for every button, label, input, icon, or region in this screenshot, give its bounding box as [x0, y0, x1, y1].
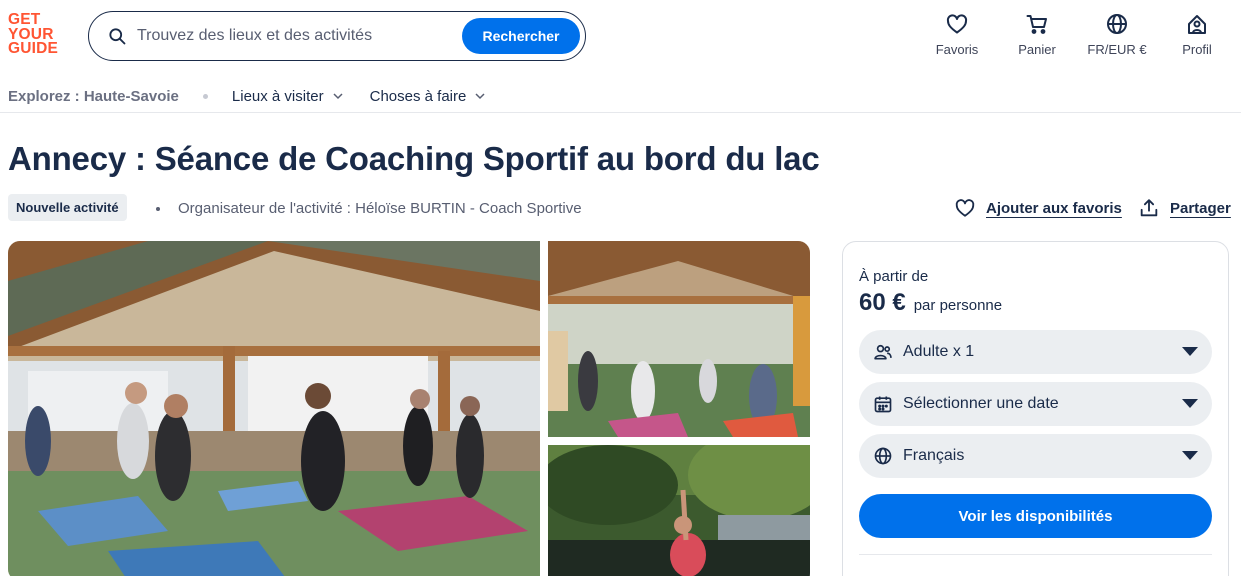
- nav-language-currency-label: FR/EUR €: [1087, 42, 1147, 57]
- caret-down-icon: [1182, 347, 1198, 356]
- card-divider: [859, 554, 1212, 555]
- explore-location-link[interactable]: Explorez : Haute-Savoie: [8, 88, 179, 105]
- heart-icon: [946, 14, 968, 34]
- nav-cart-label: Panier: [1018, 42, 1056, 57]
- nav-profile-label: Profil: [1182, 42, 1212, 57]
- profile-icon: [1188, 15, 1206, 34]
- date-value: Sélectionner une date: [903, 395, 1059, 412]
- gallery-photo-3[interactable]: [548, 445, 810, 576]
- separator-dot: [202, 93, 208, 99]
- chevron-down-icon: [333, 93, 343, 100]
- search-icon: [109, 28, 126, 45]
- price-amount: 60 €: [859, 289, 906, 316]
- participants-selector[interactable]: Adulte x 1: [859, 330, 1212, 374]
- bullet-dot: [156, 206, 160, 211]
- add-to-favorites-label: Ajouter aux favoris: [986, 199, 1122, 217]
- chevron-down-icon: [475, 93, 485, 100]
- heart-icon: [955, 199, 975, 217]
- caret-down-icon: [1182, 451, 1198, 460]
- organizer-info: Organisateur de l'activité : Héloïse BUR…: [156, 200, 582, 217]
- nav-cart[interactable]: Panier: [997, 12, 1077, 57]
- menu-places-to-visit[interactable]: Lieux à visiter: [232, 88, 344, 105]
- price-from-label: À partir de: [859, 268, 929, 285]
- check-availability-button[interactable]: Voir les disponibilités: [859, 494, 1212, 538]
- search-input[interactable]: [137, 27, 457, 45]
- organizer-text[interactable]: Organisateur de l'activité : Héloïse BUR…: [178, 200, 582, 217]
- globe-icon: [874, 447, 892, 465]
- globe-icon: [1107, 14, 1127, 34]
- caret-down-icon: [1182, 399, 1198, 408]
- new-activity-badge: Nouvelle activité: [8, 194, 127, 221]
- sub-navigation: Explorez : Haute-Savoie Lieux à visiter …: [8, 86, 512, 106]
- booking-card: À partir de 60 € par personne Adulte x 1…: [842, 241, 1229, 576]
- share-button[interactable]: Partager: [1138, 197, 1231, 219]
- price-per-person: par personne: [913, 297, 1003, 314]
- date-selector[interactable]: Sélectionner une date: [859, 382, 1212, 426]
- language-value: Français: [903, 447, 965, 464]
- menu-things-to-do[interactable]: Choses à faire: [370, 88, 487, 105]
- menu-things-to-do-label: Choses à faire: [369, 87, 467, 105]
- header-divider: [0, 112, 1241, 113]
- add-to-favorites-button[interactable]: Ajouter aux favoris: [954, 197, 1122, 219]
- participants-value: Adulte x 1: [903, 343, 975, 360]
- logo-line-3: GUIDE: [8, 40, 59, 57]
- yoga-class-image: [548, 241, 810, 437]
- calendar-icon: [874, 396, 892, 413]
- yoga-pavilion-image: [8, 241, 540, 576]
- share-icon: [1140, 199, 1158, 217]
- nav-favorites[interactable]: Favoris: [917, 12, 997, 57]
- participants-icon: [874, 344, 892, 360]
- page-title: Annecy : Séance de Coaching Sportif au b…: [8, 140, 820, 177]
- getyourguide-logo[interactable]: GET YOUR GUIDE: [8, 12, 68, 59]
- price-block: 60 € par personne: [859, 289, 1002, 317]
- gallery-main-photo[interactable]: [8, 241, 540, 576]
- menu-places-to-visit-label: Lieux à visiter: [231, 87, 324, 105]
- cart-icon: [1026, 15, 1047, 34]
- gallery-photo-2[interactable]: [548, 241, 810, 437]
- search-button[interactable]: Rechercher: [462, 18, 580, 54]
- nav-profile[interactable]: Profil: [1157, 12, 1237, 57]
- language-selector[interactable]: Français: [859, 434, 1212, 478]
- search-bar[interactable]: Rechercher: [88, 11, 586, 61]
- nav-favorites-label: Favoris: [935, 42, 979, 57]
- forest-stretch-image: [548, 445, 810, 576]
- share-label: Partager: [1170, 199, 1231, 217]
- nav-language-currency[interactable]: FR/EUR €: [1077, 12, 1157, 57]
